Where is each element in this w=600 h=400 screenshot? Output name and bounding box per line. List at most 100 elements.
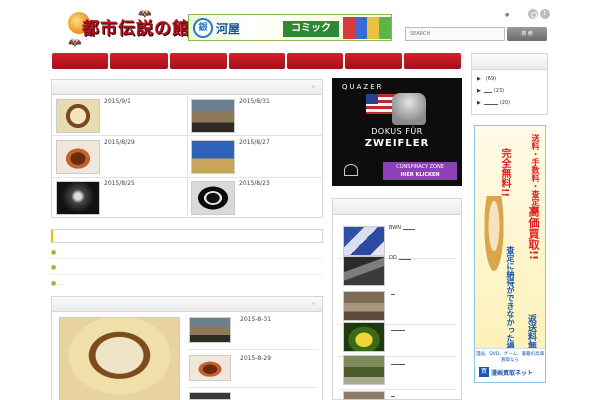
post-thumbnail[interactable] [56,140,100,174]
nav-item-2[interactable] [110,53,168,69]
ad-headline-1: DOKUS FÜR [371,127,423,136]
popular-title-text: BWN [389,225,401,231]
post-thumbnail[interactable] [56,181,100,215]
ad-text-buy: 高価買取!! [527,206,540,261]
ad-text-shipping: 送料・手数料・査定料 [531,134,540,214]
popular-title[interactable] [389,360,405,366]
arrow-icon: ▶ [477,76,481,82]
popular-title[interactable] [389,392,395,398]
category-count: (69) [485,76,497,82]
link-underline [398,255,411,260]
rss-icon[interactable] [528,9,538,19]
post-date: 2015/8/25 [104,180,135,187]
ad-text-free: 完全無料!! [499,148,510,198]
list-bullet: ● [51,264,57,271]
popular-title[interactable]: DD [389,255,411,261]
nav-item-7[interactable] [404,53,461,69]
link-underline [391,360,405,365]
ad-headline-2: ZWEIFLER [364,138,430,149]
popular-title[interactable]: BWN [389,225,415,231]
ad-text-return: 査定に納得ができなかった場合 [506,246,515,358]
list-bullet[interactable]: ● ... [51,280,64,287]
grid-divider [187,94,188,218]
ad-footer-mark: 買 [479,367,489,377]
divider [338,389,456,390]
link-underline [483,100,498,105]
banner-comic-label: コミック [283,21,339,37]
arrow-icon[interactable]: » [312,301,315,307]
bat-icon: 🦇 [138,7,152,20]
popular-thumbnail[interactable] [343,391,385,400]
featured-header: » [52,297,322,312]
pyramid-logo-icon [344,164,358,176]
manga-buyback-ad[interactable]: 送料・手数料・査定料 完全無料!! 高価買取!! 査定に納得ができなかった場合 … [474,125,546,383]
popular-posts-header [333,199,461,215]
divider [188,387,318,388]
nav-item-3[interactable] [170,53,227,69]
latest-posts-header: » [52,80,322,95]
post-date: 2015/8/27 [239,139,270,146]
nav-item-5[interactable] [287,53,343,69]
latest-posts-grid: 2015/9/1 2015/8/31 2015/8/29 2015/8/27 2… [51,94,323,218]
post-date: 2015/8/29 [104,139,135,146]
link-underline [391,392,395,397]
banner-brand-name: 河屋 [216,22,241,36]
ad-footer-text: 漫画、DVD、ゲーム、書籍の高価買取なら [475,352,545,363]
divider [188,349,318,350]
ad-brand: QUAZER [342,83,384,91]
post-thumbnail[interactable] [56,99,100,133]
arrow-icon[interactable]: » [312,84,315,90]
nav-item-6[interactable] [345,53,402,69]
nav-item-1[interactable] [52,53,108,69]
notice-bar [51,229,323,243]
list-bullet: ● [51,249,57,256]
featured-thumbnail[interactable] [189,355,231,381]
divider [51,274,323,275]
popular-title[interactable] [389,290,395,296]
page: 都市伝説の館 🦇 🦇 銀 河屋 コミック ● t SEARCH 検 索 » 20… [0,0,600,400]
category-count: (23) [493,88,505,94]
popular-thumbnail[interactable] [343,291,385,321]
popular-title-text: DD [389,255,397,261]
popular-thumbnail[interactable] [343,322,385,352]
ad-cta-button[interactable]: CONSPIRACY ZONE HIER KLICKEN [383,162,457,180]
ad-cta-line-2: HIER KLICKEN [400,172,440,178]
quazer-ad[interactable]: QUAZER DOKUS FÜR ZWEIFLER CONSPIRACY ZON… [332,78,462,186]
ad-footer-name: 漫画買取ネット [491,370,534,377]
post-date: 2015/8/31 [239,98,270,105]
banner-comic-thumbnails [343,17,391,39]
post-date: 2015/8/23 [239,180,270,187]
nav-item-4[interactable] [229,53,285,69]
site-logo[interactable]: 都市伝説の館 🦇 🦇 [66,7,189,50]
popular-thumbnail[interactable] [343,355,385,385]
arrow-icon: ▶ [477,100,481,106]
category-link[interactable]: ▶ (23) [477,88,504,94]
popular-thumbnail[interactable] [343,256,385,286]
featured-thumbnail[interactable] [189,392,231,400]
link-underline [391,290,395,295]
post-thumbnail[interactable] [191,99,235,133]
featured-main-image[interactable] [59,317,180,400]
bat-icon: 🦇 [68,36,82,49]
twitter-icon[interactable]: t [540,9,550,19]
ad-footer: 漫画、DVD、ゲーム、書籍の高価買取なら 買 漫画買取ネット [475,348,545,382]
header-banner-ad[interactable]: 銀 河屋 コミック [188,14,392,41]
link-underline [391,326,405,331]
category-count: (20) [499,100,511,106]
category-link[interactable]: ▶ (20) [477,100,510,106]
post-date: 2015/9/1 [104,98,131,105]
post-thumbnail[interactable] [191,140,235,174]
search-button[interactable]: 検 索 [507,27,547,41]
featured-date: 2015-8-29 [240,355,272,362]
divider [51,258,323,259]
ad-cta-line-1: CONSPIRACY ZONE [396,164,444,170]
link-underline [402,225,415,230]
post-thumbnail[interactable] [191,181,235,215]
popular-title[interactable] [389,326,405,332]
search-input[interactable]: SEARCH [405,27,505,41]
popular-thumbnail[interactable] [343,226,385,256]
categories-header [472,54,547,70]
featured-thumbnail[interactable] [189,317,231,343]
header-dot: ● [505,12,510,18]
category-link[interactable]: ▶ (69) [477,76,496,82]
